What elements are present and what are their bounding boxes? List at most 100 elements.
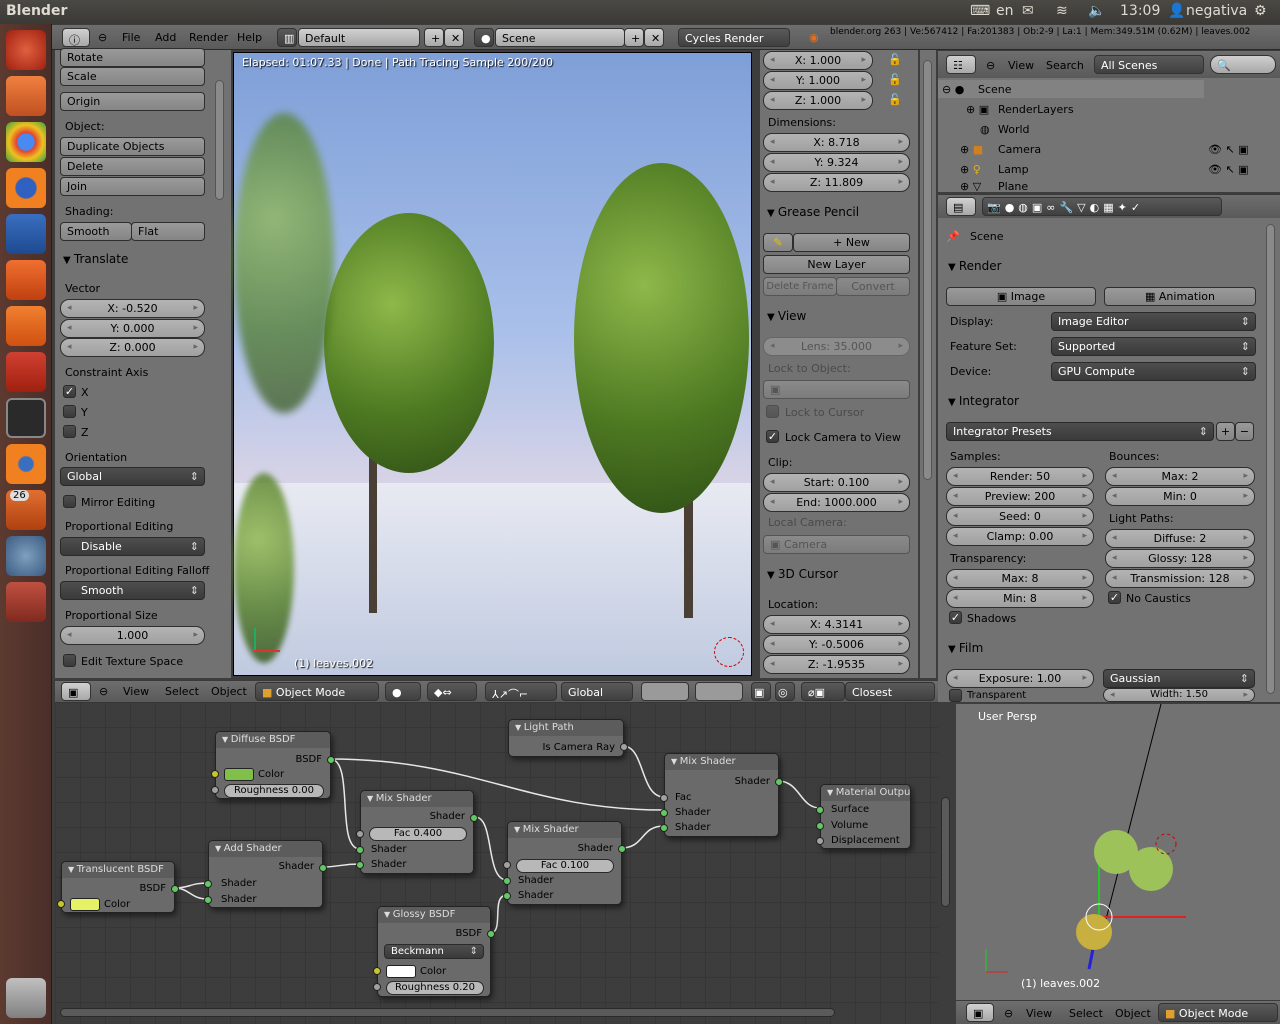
scale-y-field[interactable]: Y: 1.000 bbox=[763, 71, 873, 90]
translate-panel-header[interactable]: Translate bbox=[63, 252, 129, 266]
input-socket[interactable] bbox=[816, 837, 824, 845]
firefox-icon[interactable] bbox=[6, 168, 46, 208]
scene-icon[interactable]: ● bbox=[474, 28, 494, 47]
clip-start-field[interactable]: Start: 0.100 bbox=[763, 473, 910, 492]
mail-icon[interactable]: ✉ bbox=[1022, 3, 1034, 19]
node-mix-shader[interactable]: Mix Shader Shader Fac 0.100 Shader Shade… bbox=[503, 821, 626, 905]
gimp-icon[interactable] bbox=[6, 536, 46, 576]
filter-type-dropdown[interactable]: Gaussian bbox=[1103, 669, 1255, 688]
lock-layers-icon[interactable]: ▣ bbox=[751, 682, 771, 701]
outliner-item-scene[interactable]: Scene bbox=[978, 83, 1012, 96]
node-editor-vertical-scrollbar[interactable] bbox=[941, 797, 950, 907]
integrator-panel-header[interactable]: Integrator bbox=[948, 394, 1019, 408]
remove-layout-icon[interactable]: ✕ bbox=[444, 28, 464, 47]
collapse-icon[interactable]: ⊖ bbox=[1004, 1007, 1013, 1020]
constraint-x-checkbox[interactable]: ✓ bbox=[63, 385, 76, 398]
bounces-min-field[interactable]: Min: 0 bbox=[1105, 487, 1255, 506]
workspace-icon[interactable] bbox=[6, 582, 46, 622]
editor-type-info-icon[interactable]: ⓘ bbox=[62, 28, 90, 47]
dimension-x-field[interactable]: X: 8.718 bbox=[763, 133, 910, 152]
feature-set-dropdown[interactable]: Supported bbox=[1051, 337, 1256, 356]
new-layer-button[interactable]: New Layer bbox=[763, 255, 910, 274]
transparency-max-field[interactable]: Max: 8 bbox=[946, 569, 1094, 588]
outliner-search-field[interactable]: 🔍 bbox=[1210, 55, 1276, 74]
visibility-eye-icon[interactable]: 👁 ↖ ▣ bbox=[1208, 143, 1249, 156]
outliner-editor-type-icon[interactable]: ☷ bbox=[946, 55, 976, 74]
screen-layout-icon[interactable]: ▥ bbox=[277, 28, 297, 47]
render-panel-header[interactable]: Render bbox=[948, 259, 1002, 273]
layer-buttons[interactable] bbox=[641, 682, 689, 701]
user-name[interactable]: negativa bbox=[1186, 3, 1247, 19]
outliner-menu-view[interactable]: View bbox=[1008, 59, 1034, 72]
input-socket[interactable] bbox=[816, 806, 824, 814]
view-panel-header[interactable]: View bbox=[767, 309, 806, 323]
outliner-item-renderlayers[interactable]: RenderLayers bbox=[998, 103, 1074, 116]
fac-field[interactable]: Fac 0.400 bbox=[369, 827, 467, 841]
output-socket[interactable] bbox=[327, 756, 335, 764]
menu-object[interactable]: Object bbox=[1115, 1007, 1151, 1020]
input-socket[interactable] bbox=[356, 861, 364, 869]
lock-to-cursor-checkbox[interactable] bbox=[766, 405, 779, 418]
distribution-dropdown[interactable]: Beckmann bbox=[384, 944, 484, 959]
tool-shelf-scrollbar[interactable] bbox=[215, 80, 224, 200]
proportional-editing-dropdown[interactable]: Disable bbox=[60, 537, 205, 556]
menu-select[interactable]: Select bbox=[1069, 1007, 1103, 1020]
add-preset-button[interactable]: + bbox=[1216, 422, 1235, 441]
no-caustics-checkbox[interactable]: ✓ bbox=[1108, 591, 1121, 604]
properties-editor-type-icon[interactable]: ▤ bbox=[946, 197, 976, 216]
node-material-output[interactable]: Material Outpu Surface Volume Displaceme… bbox=[816, 784, 911, 849]
3d-cursor-panel-header[interactable]: 3D Cursor bbox=[767, 567, 838, 581]
roughness-field[interactable]: Roughness 0.20 bbox=[386, 981, 484, 995]
outliner-item-lamp[interactable]: Lamp bbox=[998, 163, 1029, 176]
dimension-y-field[interactable]: Y: 9.324 bbox=[763, 153, 910, 172]
node-mix-shader[interactable]: Mix Shader Shader Fac 0.400 Shader Shade… bbox=[356, 790, 478, 874]
update-icon[interactable]: 26 bbox=[6, 490, 46, 530]
render-animation-button[interactable]: ▦ Animation bbox=[1104, 287, 1256, 306]
join-button[interactable]: Join bbox=[60, 177, 205, 196]
ubuntu-one-icon[interactable] bbox=[6, 306, 46, 346]
new-grease-pencil-button[interactable]: + New bbox=[793, 233, 910, 252]
filter-width-field[interactable]: Width: 1.50 bbox=[1103, 688, 1255, 702]
user-icon[interactable]: 👤 bbox=[1168, 3, 1185, 19]
flat-button[interactable]: Flat bbox=[131, 222, 205, 241]
constraint-y-checkbox[interactable] bbox=[63, 405, 76, 418]
menu-render[interactable]: Render bbox=[189, 31, 228, 44]
falloff-dropdown[interactable]: Smooth bbox=[60, 581, 205, 600]
color-swatch[interactable] bbox=[386, 965, 416, 978]
scale-button[interactable]: Scale bbox=[60, 67, 205, 86]
menu-help[interactable]: Help bbox=[237, 31, 262, 44]
clock[interactable]: 13:09 bbox=[1120, 3, 1160, 19]
input-socket[interactable] bbox=[503, 892, 511, 900]
input-socket[interactable] bbox=[816, 822, 824, 830]
cursor-z-field[interactable]: Z: -1.9535 bbox=[763, 655, 910, 674]
input-socket[interactable] bbox=[356, 830, 364, 838]
integrator-presets-dropdown[interactable]: Integrator Presets bbox=[946, 422, 1214, 441]
input-socket[interactable] bbox=[211, 786, 219, 794]
output-socket[interactable] bbox=[171, 885, 179, 893]
snap-icon[interactable]: ⌀▣ bbox=[801, 682, 845, 701]
node-editor-horizontal-scrollbar[interactable] bbox=[60, 1008, 835, 1017]
convert-button[interactable]: Convert bbox=[836, 277, 910, 296]
device-dropdown[interactable]: GPU Compute bbox=[1051, 362, 1256, 381]
local-camera-field[interactable]: ▣ Camera bbox=[763, 535, 910, 554]
pencil-icon[interactable]: ✎ bbox=[763, 233, 793, 252]
input-socket[interactable] bbox=[503, 861, 511, 869]
files-icon[interactable] bbox=[6, 76, 46, 116]
lock-to-object-field[interactable]: ▣ bbox=[763, 380, 910, 399]
viewport-shading-icon[interactable]: ● bbox=[385, 682, 421, 701]
node-diffuse-bsdf[interactable]: Diffuse BSDF BSDF Color Roughness 0.00 bbox=[211, 731, 335, 799]
power-gear-icon[interactable]: ⚙ bbox=[1254, 3, 1267, 19]
constraint-z-checkbox[interactable] bbox=[63, 425, 76, 438]
proportional-size-field[interactable]: 1.000 bbox=[60, 626, 205, 645]
shadows-checkbox[interactable]: ✓ bbox=[949, 611, 962, 624]
3d-editor-type-icon[interactable]: ▣ bbox=[61, 682, 91, 701]
lock-camera-to-view-checkbox[interactable]: ✓ bbox=[766, 430, 779, 443]
n-panel-scrollbar[interactable] bbox=[923, 60, 932, 480]
lens-field[interactable]: Lens: 35.000 bbox=[763, 337, 910, 356]
diffuse-bounces-field[interactable]: Diffuse: 2 bbox=[1105, 529, 1255, 548]
duplicate-objects-button[interactable]: Duplicate Objects bbox=[60, 137, 205, 156]
layer-buttons[interactable] bbox=[695, 682, 743, 701]
output-socket[interactable] bbox=[620, 743, 628, 751]
display-dropdown[interactable]: Image Editor bbox=[1051, 312, 1256, 331]
trash-icon[interactable] bbox=[6, 978, 46, 1018]
